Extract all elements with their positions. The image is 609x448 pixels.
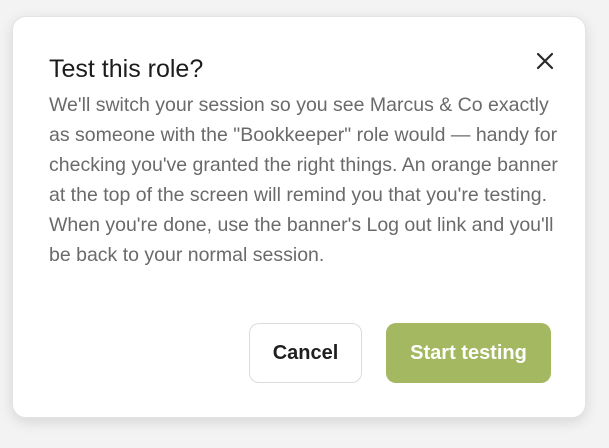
dialog-description: We'll switch your session so you see Mar… (49, 94, 558, 266)
cancel-button[interactable]: Cancel (249, 323, 362, 383)
start-testing-button[interactable]: Start testing (386, 323, 551, 383)
close-icon (531, 47, 559, 75)
close-button[interactable] (531, 47, 559, 75)
dialog-title: Test this role? (49, 55, 204, 83)
test-role-dialog: Test this role? We'll switch your sessio… (12, 16, 586, 418)
